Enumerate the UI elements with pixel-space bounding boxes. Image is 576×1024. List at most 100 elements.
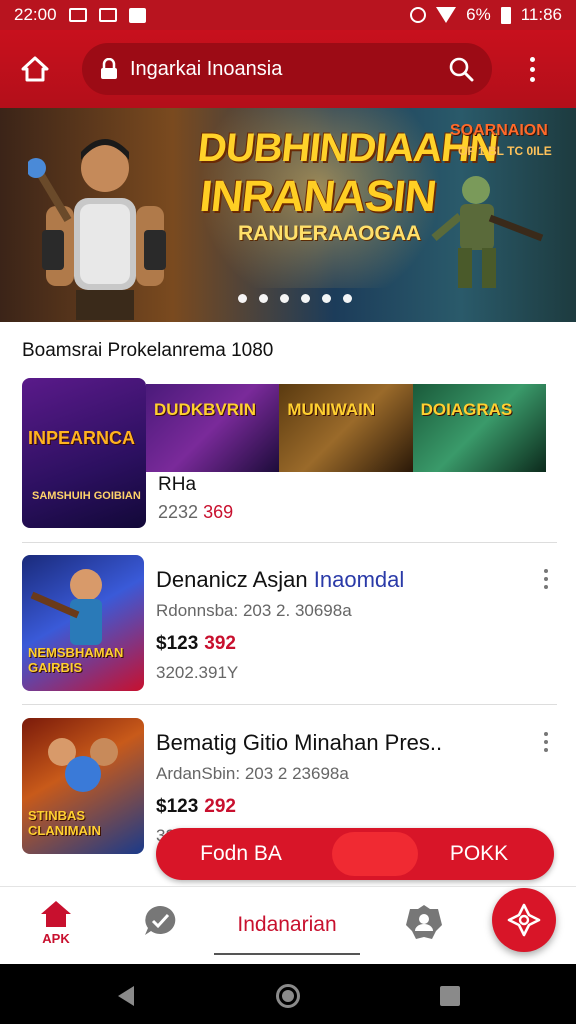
divider	[22, 704, 557, 705]
menu-dot	[544, 740, 548, 744]
nav-center-label: Indanarian	[237, 913, 337, 936]
notification-icon	[68, 8, 87, 22]
search-icon[interactable]	[448, 56, 474, 82]
screenshot-strip[interactable]: DUDKBVRIN MUNIWAIN DOIAGRAS	[146, 384, 546, 472]
status-left: 22:00	[14, 5, 146, 25]
battery-percent: 6%	[466, 5, 491, 24]
price-accent: 292	[204, 796, 236, 817]
more-options-button[interactable]	[541, 569, 551, 589]
notification-icon-2	[98, 8, 117, 22]
price-prefix: $123	[156, 633, 199, 654]
menu-dot	[544, 569, 548, 573]
featured-art-sub: SAMSHUIH GOIBIAN	[32, 490, 141, 502]
banner-badge: SOARNAION	[450, 122, 548, 139]
menu-dot	[544, 577, 548, 581]
more-options-button[interactable]	[541, 732, 551, 752]
carousel-dot[interactable]	[322, 294, 331, 303]
carousel-dots[interactable]	[0, 294, 576, 303]
thumbnail-character-art	[48, 738, 118, 792]
carousel-dot[interactable]	[343, 294, 352, 303]
tile-text: DOIAGRAS	[420, 400, 513, 419]
hero-character-art	[28, 139, 166, 320]
menu-dot	[544, 585, 548, 589]
app-title: Bematig Gitio Minahan Pres..	[156, 730, 442, 756]
tile-text: MUNIWAIN	[287, 400, 376, 419]
nav-chat[interactable]	[142, 903, 178, 939]
featured-main-art[interactable]: INPEARNCA SAMSHUIH GOIBIAN	[22, 378, 146, 528]
home-button[interactable]	[16, 50, 54, 88]
menu-dot	[544, 732, 548, 736]
carousel-dot[interactable]	[301, 294, 310, 303]
menu-dot	[544, 748, 548, 752]
app-title: Denanicz Asjan Inaomdal	[156, 567, 404, 593]
home-icon	[21, 56, 49, 82]
app-price: $123 292	[156, 796, 236, 818]
alarm-icon	[410, 7, 427, 23]
crosshair-icon	[507, 903, 541, 937]
recents-icon[interactable]	[440, 986, 460, 1006]
url-bar[interactable]: Ingarkai Inoansia	[82, 43, 492, 95]
featured-meta-accent: 369	[203, 502, 234, 522]
screenshot-tile[interactable]: MUNIWAIN	[279, 384, 413, 472]
status-bar: 22:00 6% 11:86	[0, 0, 576, 30]
tile-text: DUDKBVRIN	[154, 400, 256, 419]
app-title-accent: Inaomdal	[313, 567, 405, 592]
thumbnail-character-art	[30, 569, 102, 645]
section-title: Boamsrai Prokelanrema 1080	[22, 340, 274, 361]
nav-home-label: APK	[42, 931, 70, 946]
nav-home[interactable]: APK	[30, 899, 82, 946]
carousel-dot[interactable]	[238, 294, 247, 303]
pill-left-label[interactable]: Fodn BA	[156, 842, 326, 866]
app-list-item[interactable]: NEMSBHAMAN GAIRBIS Denanicz Asjan Inaomd…	[22, 555, 557, 695]
app-thumbnail[interactable]: STINBAS CLANIMAIN	[22, 718, 144, 854]
back-icon[interactable]	[118, 986, 134, 1006]
chat-icon	[145, 905, 176, 935]
featured-card[interactable]: INPEARNCA SAMSHUIH GOIBIAN DUDKBVRIN MUN…	[22, 378, 557, 528]
bottom-nav: APK Indanarian	[0, 886, 576, 964]
app-bar: Ingarkai Inoansia	[0, 30, 576, 108]
screenshot-tile[interactable]: DOIAGRAS	[412, 384, 546, 472]
promo-banner[interactable]: DUBHINDIAAHN INRANASIN RANUERAAOGAA SOAR…	[0, 108, 576, 322]
status-time: 22:00	[14, 5, 57, 24]
banner-badge-sub: OF 1 BL TC 0ILE	[458, 144, 552, 158]
featured-art-title: INPEARNCA	[28, 428, 136, 448]
overflow-menu-button[interactable]	[520, 49, 544, 89]
message-icon	[128, 7, 146, 23]
app-title-main: Denanicz Asjan	[156, 567, 308, 592]
price-prefix: $123	[156, 796, 199, 817]
nav-center-tab[interactable]: Indanarian	[214, 897, 360, 955]
system-nav-bar	[0, 964, 576, 1024]
status-right: 6% 11:86	[410, 5, 562, 25]
banner-subtitle: RANUERAAOGAA	[238, 222, 422, 245]
price-accent: 392	[204, 633, 236, 654]
pill-toggle-knob[interactable]	[332, 832, 418, 876]
floating-action-button[interactable]	[492, 888, 556, 952]
screen: 22:00 6% 11:86 Ingarkai Inoansia DUBHIND…	[0, 0, 576, 1024]
menu-dot	[529, 66, 535, 72]
nav-profile[interactable]	[404, 903, 444, 941]
url-text: Ingarkai Inoansia	[130, 57, 283, 80]
pill-right-label[interactable]: POKK	[424, 842, 534, 866]
app-subtitle: ArdanSbin: 203 2 23698a	[156, 764, 349, 783]
app-price: $123 392	[156, 633, 236, 655]
app-thumbnail[interactable]: NEMSBHAMAN GAIRBIS	[22, 555, 144, 691]
battery-icon	[500, 6, 511, 24]
profile-badge-icon	[406, 905, 442, 939]
menu-dot	[529, 76, 535, 82]
app-title-main: Bematig Gitio Minahan Pres..	[156, 730, 443, 755]
app-extra: 3202.391Y	[156, 663, 239, 682]
system-home-dot	[282, 990, 294, 1002]
thumbnail-text: STINBAS CLANIMAIN	[28, 808, 101, 838]
screenshot-tile[interactable]: DUDKBVRIN	[146, 384, 280, 472]
lock-icon	[101, 58, 117, 79]
app-subtitle: Rdonnsba: 203 2. 30698a	[156, 601, 352, 620]
status-clock: 11:86	[520, 5, 562, 24]
system-home-icon[interactable]	[276, 984, 300, 1008]
action-toggle-pill[interactable]: Fodn BA POKK	[156, 828, 554, 880]
thumbnail-text: NEMSBHAMAN GAIRBIS	[28, 645, 124, 675]
carousel-dot[interactable]	[259, 294, 268, 303]
divider	[22, 542, 557, 543]
wifi-icon	[436, 7, 457, 23]
carousel-dot[interactable]	[280, 294, 289, 303]
home-icon	[41, 901, 71, 927]
